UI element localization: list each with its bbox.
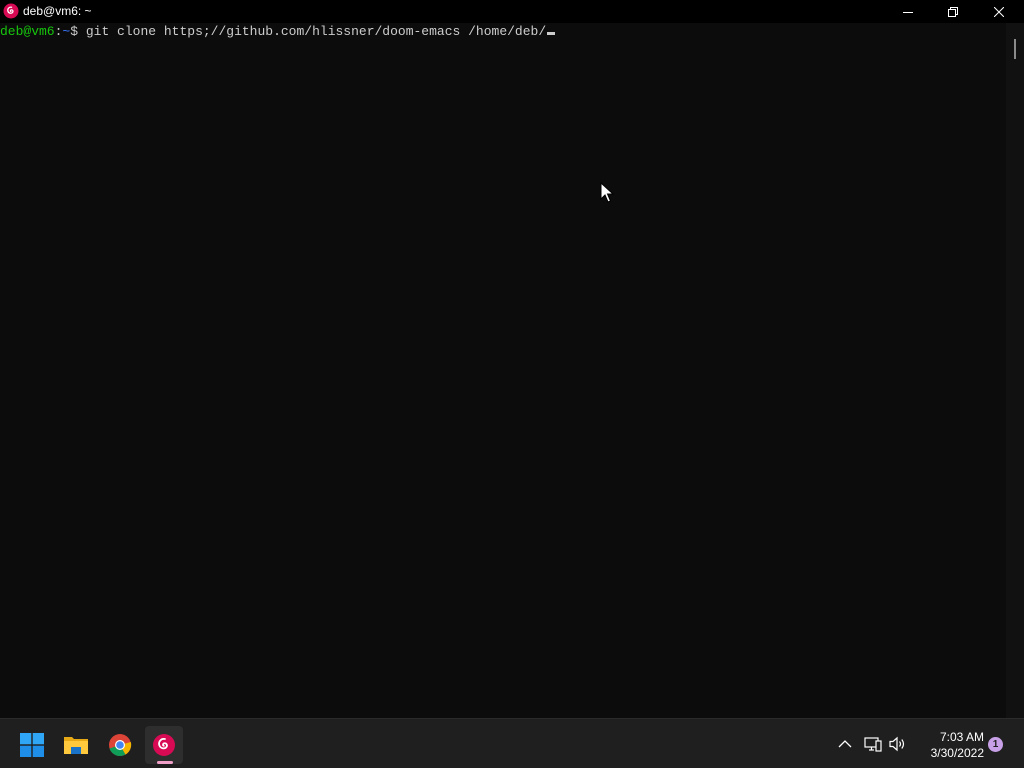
start-button[interactable] xyxy=(13,726,51,764)
restore-icon xyxy=(948,6,958,17)
vertical-scrollbar[interactable] xyxy=(1006,23,1024,718)
clock-time: 7:03 AM xyxy=(939,730,984,744)
chevron-up-icon[interactable] xyxy=(837,737,853,751)
file-explorer-button[interactable] xyxy=(57,726,95,764)
debian-swirl-icon xyxy=(3,3,19,19)
notification-badge[interactable]: 1 xyxy=(988,737,1003,752)
prompt-dollar: $ xyxy=(70,24,79,39)
text-cursor xyxy=(547,32,556,35)
close-icon xyxy=(994,6,1004,17)
scrollbar-thumb[interactable] xyxy=(1014,39,1016,59)
minimize-icon xyxy=(903,11,913,13)
active-app-indicator xyxy=(157,761,173,764)
volume-icon[interactable] xyxy=(889,736,907,752)
terminal-output[interactable]: deb@vm6:~$ git clone https;//github.com/… xyxy=(0,23,1006,718)
clock-date: 3/30/2022 xyxy=(930,746,984,760)
chrome-icon xyxy=(109,734,132,757)
command-text: git clone https;//github.com/hlissner/do… xyxy=(78,24,547,39)
close-button[interactable] xyxy=(976,0,1022,23)
folder-icon xyxy=(64,737,88,754)
network-icon[interactable] xyxy=(864,736,882,752)
debian-terminal-button[interactable] xyxy=(145,726,183,764)
clock[interactable]: 7:03 AM 3/30/2022 xyxy=(912,729,984,761)
minimize-button[interactable] xyxy=(885,0,931,23)
window-title: deb@vm6: ~ xyxy=(23,4,92,18)
command-line[interactable]: deb@vm6:~$ git clone https;//github.com/… xyxy=(0,24,556,40)
taskbar: 7:03 AM 3/30/2022 1 xyxy=(0,718,1024,768)
mouse-pointer-icon xyxy=(600,182,614,203)
debian-swirl-icon xyxy=(153,734,175,756)
restore-button[interactable] xyxy=(930,0,976,23)
prompt-user: deb@vm6 xyxy=(0,24,55,39)
windows-start-icon xyxy=(20,733,44,757)
chrome-button[interactable] xyxy=(101,726,139,764)
title-bar[interactable]: deb@vm6: ~ xyxy=(0,0,1024,23)
